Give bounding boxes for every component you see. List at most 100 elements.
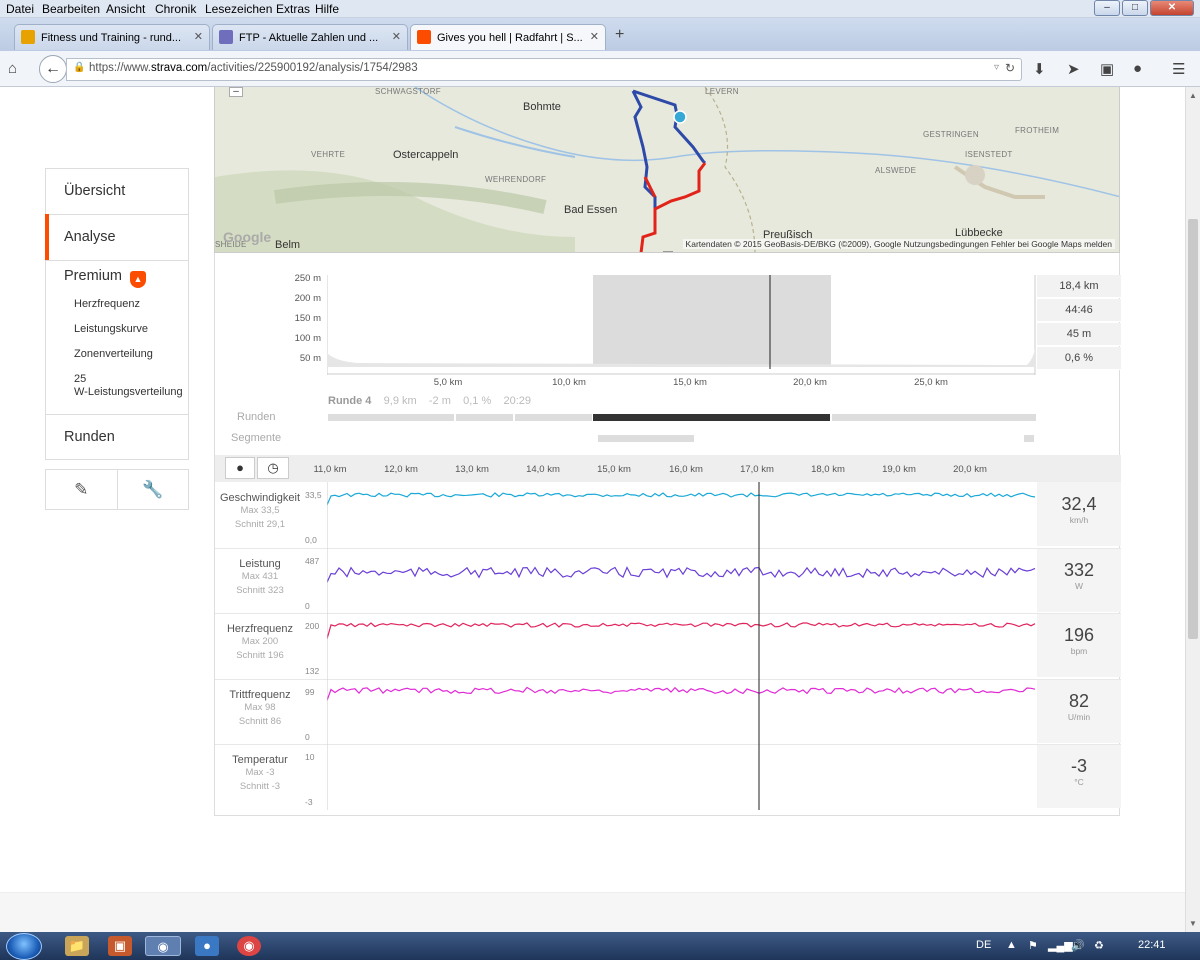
scroll-up-icon[interactable]: ▲: [1189, 91, 1197, 100]
clock-icon[interactable]: ◷: [257, 457, 289, 479]
map-pin-icon[interactable]: ●: [225, 457, 255, 479]
maximize-button[interactable]: □: [1122, 0, 1148, 16]
menu-icon[interactable]: ☰: [1172, 60, 1185, 78]
stat-distance: 18,4 km: [1037, 275, 1121, 298]
url-path: /activities/225900192/analysis/1754/2983: [207, 62, 418, 74]
stream-label-3: Trittfrequenz Max 98 Schnitt 86: [215, 689, 305, 729]
premium-label: Premium: [64, 268, 123, 284]
stream-max: Max -3: [245, 767, 275, 778]
map-small-label: SCHWAGSTORF: [375, 87, 441, 96]
explorer-icon[interactable]: 📁: [65, 936, 89, 956]
detail-km-tick: 17,0 km: [740, 464, 774, 475]
sidebar-subitem-zones[interactable]: Zonenverteilung: [74, 348, 153, 361]
sidebar-item-overview[interactable]: Übersicht: [46, 169, 188, 215]
lap-time: 20:29: [503, 395, 532, 407]
language-indicator[interactable]: DE: [976, 939, 991, 951]
lap-bar-active[interactable]: [593, 414, 830, 421]
network-icon[interactable]: ▂▄▆: [1048, 939, 1073, 952]
close-window-button[interactable]: ✕: [1150, 0, 1194, 16]
stream-axis-bottom: 0,0: [305, 535, 317, 545]
stat-elevation: 45 m: [1037, 323, 1121, 346]
nav-bar: ⌂ ← 🔒 https://www.strava.com/activities/…: [0, 51, 1200, 87]
lap-bar[interactable]: [456, 414, 513, 421]
detail-km-tick: 11,0 km: [313, 464, 347, 475]
reload-icon[interactable]: ↻: [1005, 61, 1015, 75]
close-tab-icon[interactable]: ✕: [194, 30, 203, 43]
menu-lesezeichen[interactable]: Lesezeichen: [205, 2, 272, 16]
elev-xlabel: 25,0 km: [914, 377, 948, 388]
close-tab-icon[interactable]: ✕: [590, 30, 599, 43]
menu-hilfe[interactable]: Hilfe: [315, 2, 339, 16]
map-label: Ostercappeln: [393, 149, 459, 161]
menu-extras[interactable]: Extras: [276, 2, 310, 16]
stream-trace-1: [327, 566, 1036, 583]
stat-grade: 0,6 %: [1037, 347, 1121, 370]
close-tab-icon[interactable]: ✕: [392, 30, 401, 43]
sidebar-subitem-power-dist[interactable]: 25 W-Leistungsverteilung: [74, 373, 183, 399]
zoom-out-button[interactable]: –: [229, 87, 243, 97]
clock-time[interactable]: 22:41: [1138, 939, 1166, 951]
stream-axis-top: 200: [305, 621, 320, 631]
stream-avg: Schnitt -3: [239, 781, 281, 792]
sidebar-subitem-powercurve[interactable]: Leistungskurve: [74, 323, 148, 336]
chrome-icon[interactable]: ◉: [237, 936, 261, 956]
menu-bearbeiten[interactable]: Bearbeiten: [42, 2, 100, 16]
chat-icon[interactable]: ●: [1133, 60, 1142, 77]
home-icon[interactable]: ⌂: [8, 60, 17, 77]
scrollbar-thumb[interactable]: [1188, 219, 1198, 639]
tab-strava[interactable]: Gives you hell | Radfahrt | S... ✕: [410, 24, 606, 50]
tab-fitness[interactable]: Fitness und Training - rund... ✕: [14, 24, 210, 50]
dropdown-icon[interactable]: ▿: [994, 62, 999, 73]
lap-bar[interactable]: [328, 414, 454, 421]
minimize-button[interactable]: –: [1094, 0, 1120, 16]
stream-label-2: Herzfrequenz Max 200 Schnitt 196: [215, 623, 305, 663]
start-button[interactable]: [6, 933, 42, 960]
url-bar[interactable]: 🔒 https://www.strava.com/activities/2259…: [66, 58, 1022, 81]
menu-chronik[interactable]: Chronik: [155, 2, 196, 16]
tray-arrow-icon[interactable]: ▲: [1006, 939, 1017, 951]
url-domain: strava.com: [151, 62, 208, 74]
stream-avg: Schnitt 29,1: [234, 519, 286, 530]
edit-pencil-icon[interactable]: ✎: [46, 470, 117, 509]
map-attribution[interactable]: Kartendaten © 2015 GeoBasis-DE/BKG (©200…: [682, 239, 1115, 249]
menu-datei[interactable]: Datei: [6, 2, 34, 16]
analysis-panel: 250 m 200 m 150 m 100 m 50 m 5,0 km 10,0…: [214, 253, 1121, 816]
lap-bar[interactable]: [832, 414, 1036, 421]
sync-icon[interactable]: ♻: [1094, 939, 1104, 952]
media-icon[interactable]: ▣: [108, 936, 132, 956]
premium-shield-icon: ▲: [130, 271, 147, 288]
segment-bar[interactable]: [598, 435, 694, 442]
tab-ftp[interactable]: FTP - Aktuelle Zahlen und ... ✕: [212, 24, 408, 50]
lap-selection[interactable]: [593, 275, 831, 367]
page-scrollbar[interactable]: ▲ ▼: [1185, 87, 1200, 932]
segments-row-label: Segmente: [231, 432, 282, 444]
stream-axis-bottom: 0: [305, 600, 310, 611]
sidebar-subitem-heartrate[interactable]: Herzfrequenz: [74, 298, 140, 311]
download-icon[interactable]: ⬇: [1033, 60, 1046, 78]
stream-current-value: 196 bpm: [1037, 613, 1121, 677]
sidebar-item-analysis[interactable]: Analyse: [46, 215, 188, 261]
back-button[interactable]: ←: [39, 55, 67, 83]
scroll-down-icon[interactable]: ▼: [1189, 919, 1197, 928]
screenshot-icon[interactable]: ▣: [1100, 60, 1114, 78]
stream-name: Leistung: [239, 557, 281, 570]
page-footer: [0, 892, 1185, 932]
elev-ylabel: 50 m: [299, 353, 321, 364]
route-map[interactable]: – Bohmte Ostercappeln Bad Essen Belm Lüb…: [214, 87, 1120, 253]
elevation-chart[interactable]: [327, 275, 1037, 375]
sidebar-item-laps[interactable]: Runden: [46, 415, 188, 460]
wrench-icon[interactable]: 🔧: [116, 470, 189, 509]
segment-bar[interactable]: [1024, 435, 1034, 442]
firefox-icon[interactable]: ◉: [145, 936, 181, 956]
menu-ansicht[interactable]: Ansicht: [106, 2, 145, 16]
flag-icon[interactable]: ⚑: [1028, 939, 1038, 952]
new-tab-icon[interactable]: +: [615, 26, 624, 44]
send-icon[interactable]: ➤: [1067, 60, 1080, 78]
lap-bar[interactable]: [515, 414, 592, 421]
stream-charts[interactable]: [327, 482, 1037, 812]
volume-icon[interactable]: 🔊: [1071, 939, 1085, 952]
app-icon[interactable]: ●: [195, 936, 219, 956]
stream-unit: W: [1074, 580, 1084, 591]
lap-name: Runde 4: [328, 395, 372, 407]
elev-ylabel: 200 m: [294, 293, 321, 304]
